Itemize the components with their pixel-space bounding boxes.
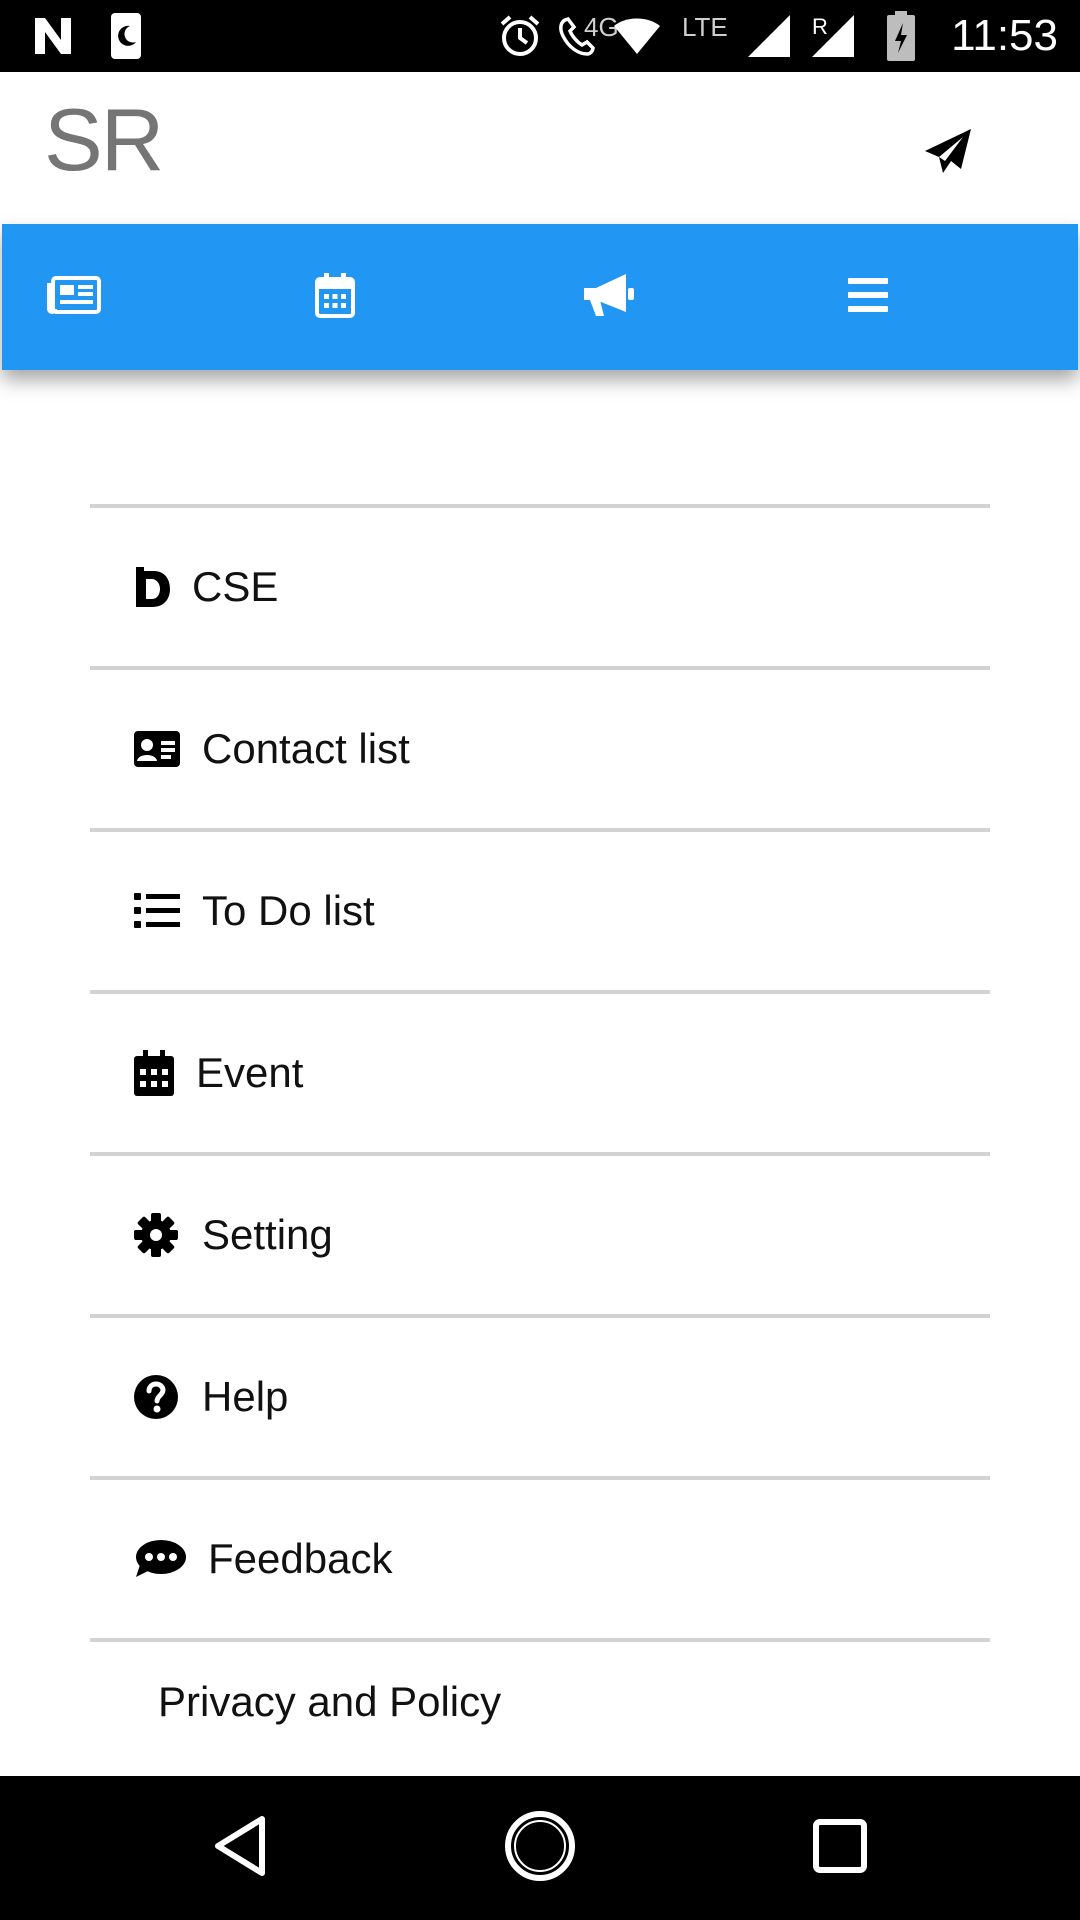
menu-item-label: Event <box>196 1049 304 1096</box>
signal-roaming-icon <box>810 10 856 62</box>
send-button[interactable] <box>910 116 986 192</box>
paper-plane-icon <box>923 127 973 182</box>
menu-icon <box>848 277 888 318</box>
app-title: SR <box>44 90 164 189</box>
menu-item-label: Contact list <box>202 725 410 772</box>
menu-item-feedback[interactable]: Feedback <box>90 1480 990 1638</box>
menu-item-cse[interactable]: CSE <box>90 508 990 666</box>
app-header: SR <box>0 72 1080 224</box>
notification-n-icon <box>28 10 78 62</box>
home-button[interactable] <box>498 1806 582 1890</box>
menu-item-contact-list[interactable]: Contact list <box>90 670 990 828</box>
signal-icon <box>746 10 792 62</box>
battery-charging-icon <box>886 10 916 62</box>
menu-item-label: Feedback <box>208 1535 393 1582</box>
menu-item-label: Privacy and Policy <box>158 1678 502 1725</box>
sim-moon-icon <box>108 10 144 62</box>
list-icon <box>134 887 182 935</box>
cse-logo-icon <box>134 563 174 611</box>
calendar-icon <box>134 1049 174 1097</box>
menu-item-label: Help <box>202 1373 289 1420</box>
status-bar: 4G LTE R 11:53 <box>0 0 1080 72</box>
back-button[interactable] <box>198 1806 282 1890</box>
recents-square-icon <box>812 1818 868 1879</box>
calendar-icon <box>315 272 355 323</box>
megaphone-icon <box>582 272 634 323</box>
menu-item-label: To Do list <box>202 887 375 934</box>
menu-item-help[interactable]: Help <box>90 1318 990 1476</box>
home-circle-icon <box>504 1810 576 1887</box>
tab-announcements[interactable] <box>548 224 668 370</box>
menu-list: CSE Contact list To Do list Event Settin… <box>90 504 990 1762</box>
id-card-icon <box>134 725 182 773</box>
question-icon <box>134 1373 182 1421</box>
menu-item-todo-list[interactable]: To Do list <box>90 832 990 990</box>
alarm-icon <box>498 10 542 62</box>
menu-item-setting[interactable]: Setting <box>90 1156 990 1314</box>
newspaper-icon <box>47 275 101 320</box>
wifi-icon <box>612 10 662 62</box>
clock: 11:53 <box>951 11 1058 60</box>
menu-item-privacy[interactable]: Privacy and Policy <box>90 1642 990 1762</box>
tab-menu[interactable] <box>808 224 928 370</box>
menu-item-label: CSE <box>192 563 279 610</box>
menu-item-label: Setting <box>202 1211 333 1258</box>
gear-icon <box>134 1211 182 1259</box>
recents-button[interactable] <box>798 1806 882 1890</box>
tab-calendar[interactable] <box>275 224 395 370</box>
tab-news[interactable] <box>14 224 134 370</box>
network-lte-label: LTE <box>682 12 728 42</box>
tab-bar <box>2 224 1078 370</box>
navigation-bar <box>0 1776 1080 1920</box>
menu-item-event[interactable]: Event <box>90 994 990 1152</box>
back-triangle-icon <box>210 1814 270 1883</box>
comment-dots-icon <box>134 1535 186 1583</box>
